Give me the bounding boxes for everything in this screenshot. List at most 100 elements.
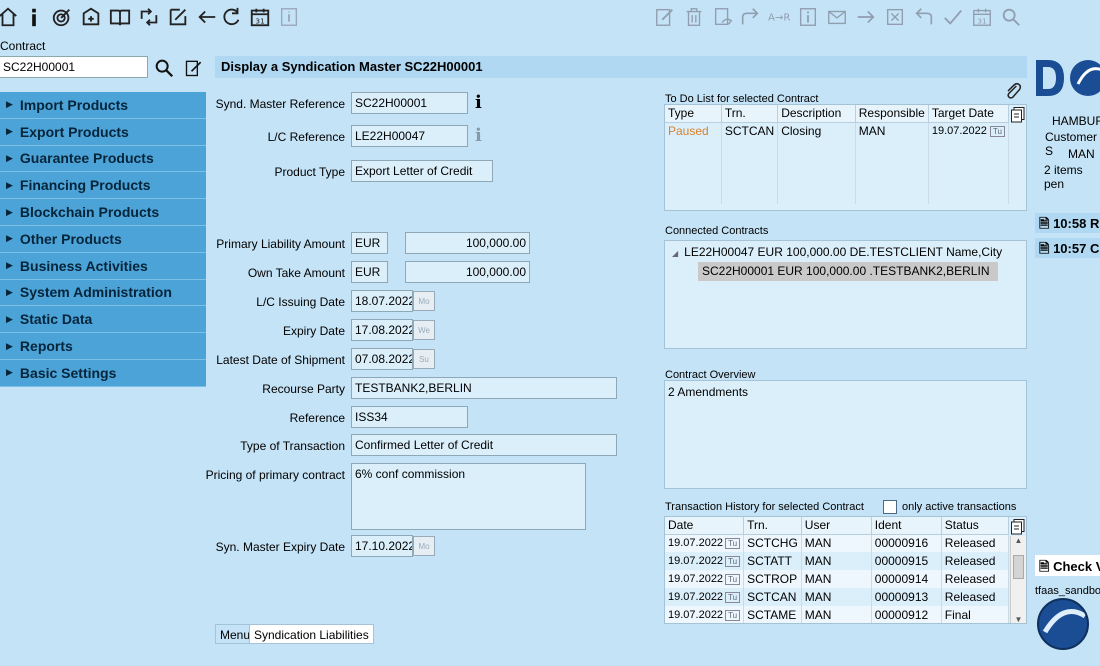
contract-label: Contract: [0, 39, 46, 53]
paperclip-icon[interactable]: [1003, 81, 1023, 101]
mail-icon[interactable]: [825, 5, 849, 29]
reference-label: Reference: [289, 411, 345, 425]
book-icon[interactable]: [108, 5, 132, 29]
info-icon[interactable]: i: [475, 92, 482, 113]
calendar-icon[interactable]: We: [413, 320, 435, 340]
col-type[interactable]: Type: [665, 105, 722, 123]
redo-icon[interactable]: [738, 5, 762, 29]
page-title: Display a Syndication Master SC22H00001: [215, 56, 1027, 78]
right-city: HAMBUR: [1052, 114, 1100, 128]
col-date[interactable]: Date: [665, 517, 745, 535]
undo-icon[interactable]: [912, 5, 936, 29]
table-row[interactable]: 19.07.2022 Tu SCTATT MAN 00000915 Release…: [665, 552, 1010, 570]
primary-liab-amount[interactable]: 100,000.00: [405, 232, 530, 254]
pricing-label: Pricing of primary contract: [205, 468, 345, 482]
edit-doc-icon[interactable]: [653, 5, 677, 29]
trash-icon[interactable]: [682, 5, 706, 29]
check-icon[interactable]: [941, 5, 965, 29]
calendar-icon[interactable]: 31: [248, 5, 272, 29]
home-icon[interactable]: [0, 5, 20, 29]
todo-table: Type Trn. Description Responsible Target…: [664, 104, 1027, 211]
lc-ref-field[interactable]: LE22H00047: [351, 125, 468, 147]
col-user[interactable]: User: [801, 517, 872, 535]
expiry-date-field[interactable]: 17.08.2022: [351, 319, 413, 341]
close-box-icon[interactable]: [883, 5, 907, 29]
info-icon[interactable]: i: [475, 125, 482, 146]
info-icon[interactable]: [22, 5, 46, 29]
calendar-icon[interactable]: Mo: [413, 291, 435, 311]
contract-input[interactable]: [0, 56, 148, 78]
right-user: MAN: [1068, 147, 1095, 161]
history-title: Transaction History for selected Contrac…: [665, 501, 864, 513]
syn-expiry-field[interactable]: 17.10.2022: [351, 535, 413, 557]
contract-search-icon[interactable]: [153, 57, 175, 79]
tree-node-child[interactable]: SC22H00001 EUR 100,000.00 .TESTBANK2,BER…: [698, 262, 998, 281]
refresh-icon[interactable]: [220, 5, 244, 29]
tree-collapse-icon[interactable]: ◢: [672, 249, 678, 258]
calendar-icon: Tu: [989, 126, 1005, 138]
own-take-amount[interactable]: 100,000.00: [405, 261, 530, 283]
synd-ref-label: Synd. Master Reference: [215, 97, 345, 111]
forward-arrow-icon[interactable]: [854, 5, 878, 29]
todo-date: 19.07.2022 Tu: [928, 122, 1010, 140]
col-status[interactable]: Status: [941, 517, 1010, 535]
table-row[interactable]: 19.07.2022 Tu SCTCHG MAN 00000916 Release…: [665, 534, 1010, 552]
own-take-currency[interactable]: EUR: [351, 261, 388, 283]
latest-ship-field[interactable]: 07.08.2022: [351, 348, 413, 370]
message-item[interactable]: 🗎 10:58 R: [1035, 213, 1100, 233]
col-target-date[interactable]: Target Date: [928, 105, 1010, 123]
lc-issuing-date-field[interactable]: 18.07.2022: [351, 290, 413, 312]
col-responsible[interactable]: Responsible: [855, 105, 929, 123]
copy-doc-icon[interactable]: [711, 5, 735, 29]
type-tx-field[interactable]: Confirmed Letter of Credit: [351, 434, 617, 456]
back-arrow-icon[interactable]: [195, 5, 219, 29]
overview-box[interactable]: 2 Amendments: [664, 380, 1027, 489]
edit-icon[interactable]: [166, 5, 190, 29]
table-row[interactable]: Paused SCTCAN Closing MAN 19.07.2022 Tu: [665, 122, 1010, 140]
col-trn[interactable]: Trn.: [743, 517, 802, 535]
scroll-thumb[interactable]: [1013, 555, 1024, 579]
table-row[interactable]: 19.07.2022 Tu SCTCAN MAN 00000913 Release…: [665, 588, 1010, 606]
copy-icon[interactable]: [1011, 107, 1025, 123]
recourse-party-field[interactable]: TESTBANK2,BERLIN: [351, 377, 617, 399]
active-tx-checkbox[interactable]: [883, 500, 897, 514]
primary-liab-label: Primary Liability Amount: [216, 237, 345, 251]
check-button[interactable]: 🗎 Check V: [1035, 555, 1100, 576]
scroll-down-icon[interactable]: ▼: [1011, 615, 1026, 623]
reference-field[interactable]: ISS34: [351, 406, 468, 428]
calendar-icon[interactable]: Mo: [413, 536, 435, 556]
toolbar: 31 A→R 31: [0, 0, 1100, 36]
info-doc-icon[interactable]: [796, 5, 820, 29]
tab-syndication-liabilities[interactable]: Syndication Liabilities: [249, 624, 374, 644]
target-icon[interactable]: [50, 5, 74, 29]
expiry-date-label: Expiry Date: [282, 324, 345, 338]
globe-logo: [1033, 598, 1093, 650]
cycle-icon[interactable]: [137, 5, 161, 29]
message-item[interactable]: 🗎 10:57 C: [1035, 238, 1100, 258]
product-type-field[interactable]: Export Letter of Credit: [351, 160, 493, 182]
transfer-icon[interactable]: A→R: [767, 5, 791, 29]
col-trn[interactable]: Trn.: [721, 105, 779, 123]
synd-ref-field[interactable]: SC22H00001: [351, 92, 468, 114]
import-icon[interactable]: [79, 5, 103, 29]
nav-blockchain-products[interactable]: ▶ Blockchain Products: [0, 199, 206, 226]
copy-icon[interactable]: [1011, 519, 1025, 535]
table-row[interactable]: 19.07.2022 Tu SCTROP MAN 00000914 Release…: [665, 570, 1010, 588]
calendar-icon: Tu: [725, 574, 741, 585]
sandbox-label: tfaas_sandbo: [1035, 585, 1100, 597]
primary-liab-currency[interactable]: EUR: [351, 232, 388, 254]
col-description[interactable]: Description: [777, 105, 856, 123]
scroll-up-icon[interactable]: ▲: [1011, 536, 1026, 545]
calendar-31-icon[interactable]: 31: [970, 5, 994, 29]
contract-edit-icon[interactable]: [184, 58, 204, 78]
table-row[interactable]: 19.07.2022 Tu SCTAME MAN 00000912 Final: [665, 606, 1010, 623]
info-box-icon[interactable]: [277, 5, 301, 29]
history-scrollbar[interactable]: ▲ ▼: [1010, 536, 1026, 623]
tree-node-parent[interactable]: ◢ LE22H00047 EUR 100,000.00 DE.TESTCLIENT…: [672, 245, 1002, 259]
svg-text:31: 31: [255, 16, 264, 25]
calendar-icon[interactable]: Su: [413, 349, 435, 369]
col-ident[interactable]: Ident: [871, 517, 942, 535]
syn-expiry-label: Syn. Master Expiry Date: [215, 540, 345, 554]
search-icon[interactable]: [999, 5, 1023, 29]
pricing-textarea[interactable]: 6% conf commission: [351, 463, 586, 530]
